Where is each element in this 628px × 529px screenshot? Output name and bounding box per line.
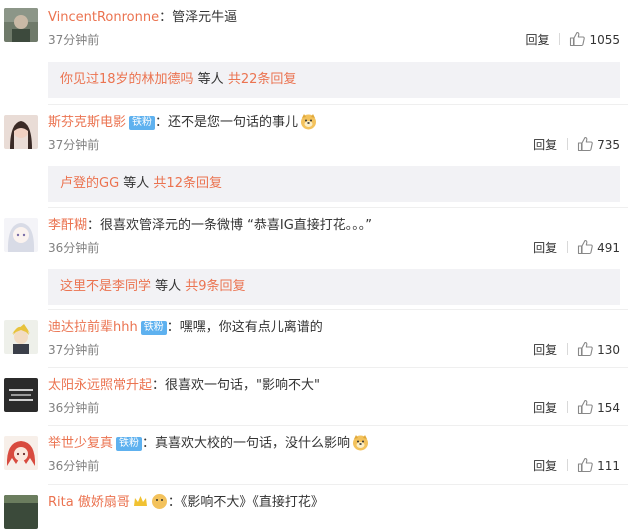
action-divider (567, 343, 569, 355)
comment-actions: 回复 111 (533, 457, 620, 475)
reply-user-link[interactable]: 你见过18岁的林加德吗 (60, 72, 194, 87)
colon: ： (87, 218, 101, 233)
thumbs-up-icon[interactable] (577, 341, 593, 357)
more-replies-count[interactable]: 共12条回复 (153, 176, 222, 191)
timestamp: 37分钟前 (48, 33, 100, 47)
timestamp: 37分钟前 (48, 138, 100, 152)
action-divider (567, 241, 569, 253)
comment-actions: 回复 491 (533, 239, 620, 257)
colon: ： (142, 436, 156, 451)
reply-button[interactable]: 回复 (533, 343, 557, 357)
more-replies-text: 等人 (193, 72, 228, 87)
comment-text: ：《影响不大》《直接打花》 (167, 495, 324, 510)
thumbs-up-icon[interactable] (577, 239, 593, 255)
like-count: 491 (597, 241, 620, 255)
like-count: 111 (597, 459, 620, 473)
comment-actions: 回复 1055 (525, 31, 620, 49)
thumbs-up-icon[interactable] (577, 399, 593, 415)
comment-text: 还不是您一句话的事儿 (168, 115, 299, 130)
avatar[interactable] (4, 320, 38, 354)
username-link[interactable]: Rita (48, 495, 74, 510)
reply-button[interactable]: 回复 (533, 459, 557, 473)
timestamp: 36分钟前 (48, 241, 100, 255)
username-suffix[interactable]: 傲娇扇哥 (78, 495, 130, 510)
comment-text: 管泽元牛逼 (172, 10, 238, 25)
doge-emoji-icon (352, 434, 369, 451)
fan-badge[interactable]: 铁粉 (116, 437, 143, 451)
username-link[interactable]: VincentRonronne (48, 10, 159, 25)
username-link[interactable]: 斯芬克斯电影 (48, 115, 126, 130)
action-divider (559, 33, 561, 45)
doge-emoji-icon (300, 113, 317, 130)
comment-actions: 回复 154 (533, 399, 620, 417)
thumbs-up-icon[interactable] (569, 31, 586, 47)
fan-badge[interactable]: 铁粉 (129, 116, 156, 130)
action-divider (567, 138, 569, 150)
reply-user-link[interactable]: 卢登的GG (60, 176, 119, 191)
comment-actions: 回复 735 (533, 136, 620, 154)
colon: ： (155, 115, 169, 130)
divider (48, 484, 628, 485)
comment-actions: 回复 130 (533, 341, 620, 359)
divider (48, 207, 628, 208)
username-link[interactable]: 李酐糊 (48, 218, 87, 233)
like-count: 130 (597, 343, 620, 357)
divider (48, 104, 628, 105)
crown-emoji-icon (132, 493, 149, 510)
more-replies-box[interactable]: 这里不是李同学 等人 共9条回复 (48, 269, 620, 305)
avatar[interactable] (4, 115, 38, 149)
comment-text: 嘿嘿，你这有点儿离谱的 (179, 320, 323, 335)
avatar[interactable] (4, 495, 38, 529)
reply-button[interactable]: 回复 (525, 33, 549, 47)
comment-text: 很喜欢一句话，"影响不大" (165, 378, 320, 393)
more-replies-text: 等人 (151, 279, 186, 294)
more-replies-count[interactable]: 共9条回复 (185, 279, 245, 294)
colon: ： (166, 320, 180, 335)
reply-button[interactable]: 回复 (533, 241, 557, 255)
comment-text: 真喜欢大校的一句话，没什么影响 (155, 436, 351, 451)
username-link[interactable]: 举世少复真 (48, 436, 113, 451)
username-link[interactable]: 迪达拉前辈hhh (48, 320, 138, 335)
fan-badge[interactable]: 铁粉 (140, 321, 167, 335)
colon: ： (159, 10, 173, 25)
colon: ： (152, 378, 166, 393)
thumbs-up-icon[interactable] (577, 136, 593, 152)
avatar[interactable] (4, 378, 38, 412)
divider (48, 425, 628, 426)
reply-button[interactable]: 回复 (533, 138, 557, 152)
avatar[interactable] (4, 436, 38, 470)
timestamp: 37分钟前 (48, 343, 100, 357)
more-replies-box[interactable]: 你见过18岁的林加德吗 等人 共22条回复 (48, 62, 620, 98)
timestamp: 36分钟前 (48, 459, 100, 473)
like-count: 735 (597, 138, 620, 152)
reply-user-link[interactable]: 这里不是李同学 (60, 279, 151, 294)
more-replies-text: 等人 (119, 176, 154, 191)
avatar[interactable] (4, 218, 38, 252)
action-divider (567, 401, 569, 413)
more-replies-count[interactable]: 共22条回复 (228, 72, 297, 87)
reply-button[interactable]: 回复 (533, 401, 557, 415)
more-replies-box[interactable]: 卢登的GG 等人 共12条回复 (48, 166, 620, 202)
timestamp: 36分钟前 (48, 401, 100, 415)
like-count: 154 (597, 401, 620, 415)
thumbs-up-icon[interactable] (577, 457, 593, 473)
action-divider (567, 459, 569, 471)
divider (48, 309, 628, 310)
face-emoji-icon (151, 493, 168, 510)
divider (48, 367, 628, 368)
comment-text: 很喜欢管泽元的一条微博 “恭喜IG直接打花。。。” (100, 218, 373, 233)
avatar[interactable] (4, 8, 38, 42)
username-link[interactable]: 太阳永远照常升起 (48, 378, 152, 393)
like-count: 1055 (589, 33, 620, 47)
